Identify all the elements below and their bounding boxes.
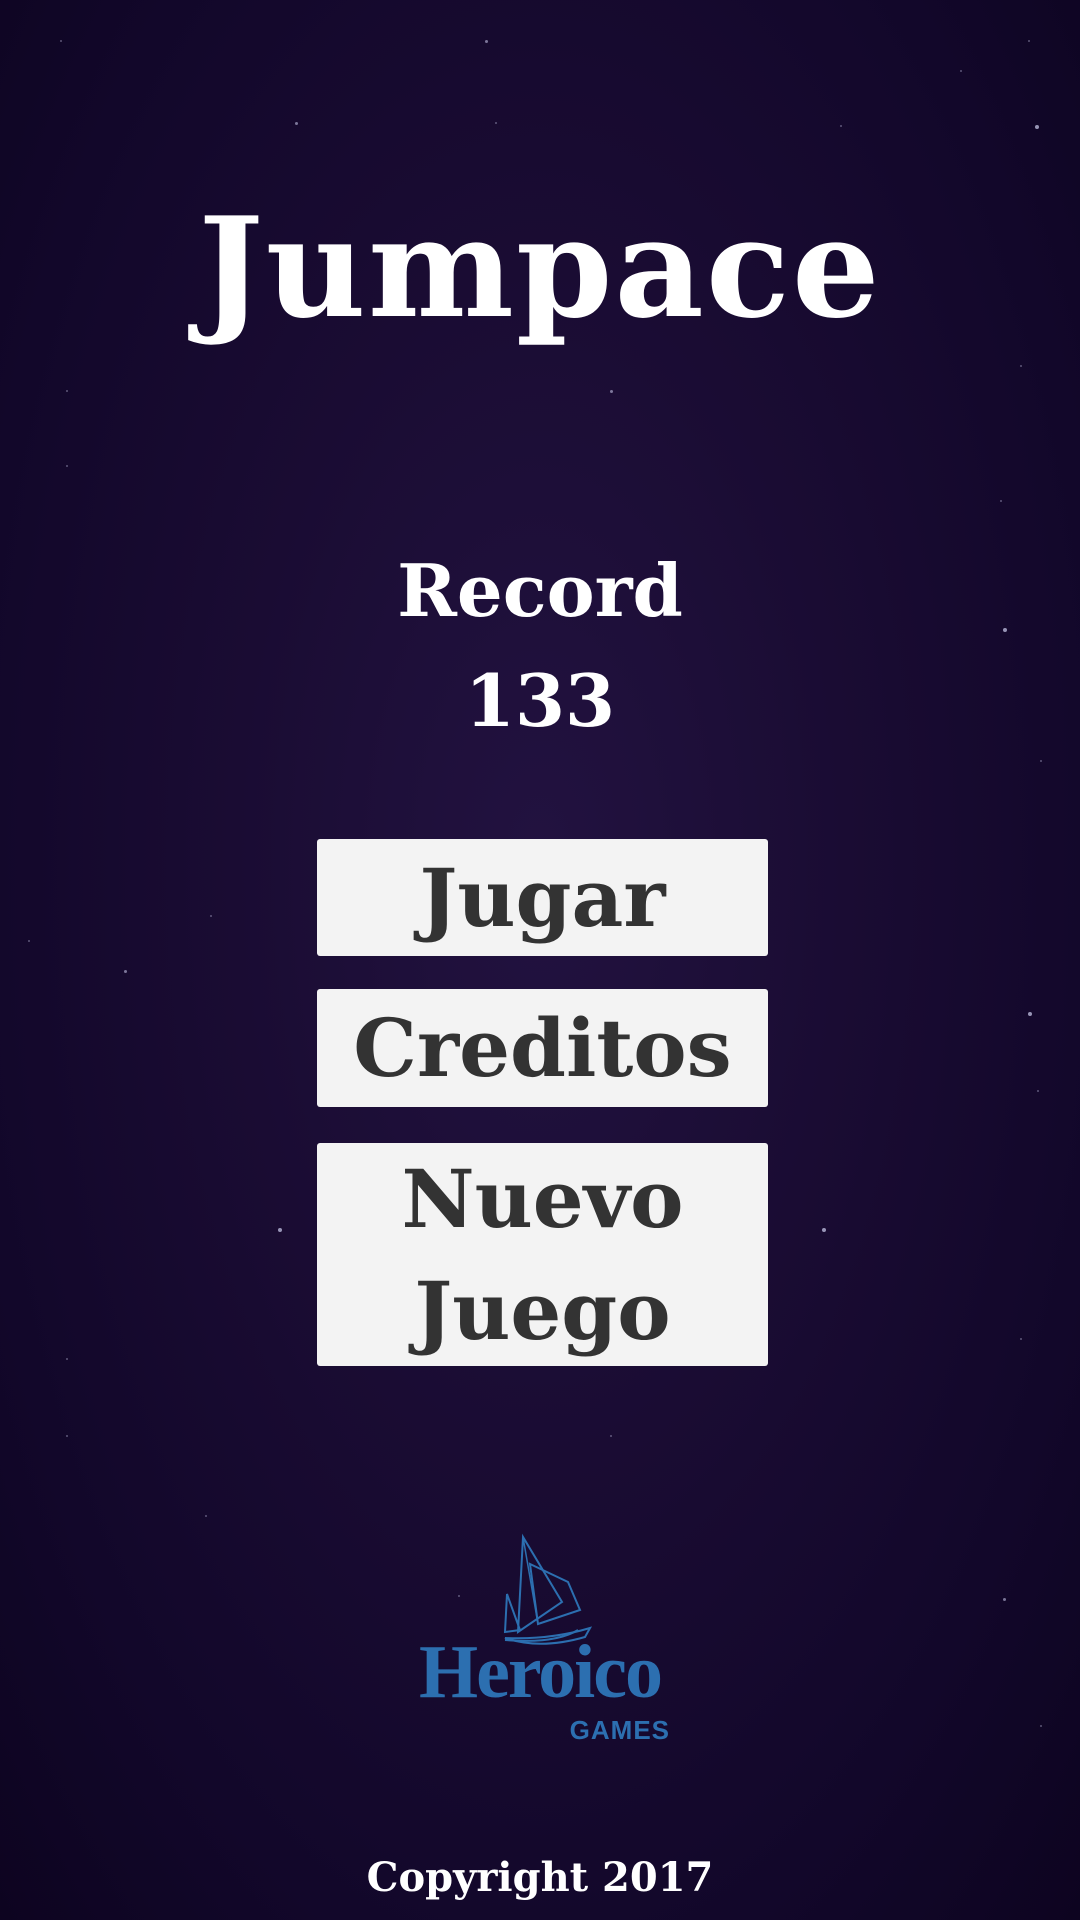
brand-sub: GAMES	[569, 1715, 670, 1745]
play-button[interactable]: Jugar	[317, 839, 768, 956]
copyright-text: Copyright 2017	[366, 1854, 714, 1901]
credits-button[interactable]: Creditos	[317, 989, 768, 1107]
record-value: 133	[464, 658, 616, 743]
record-label: Record	[397, 548, 683, 633]
new-game-label-line2: Juego	[414, 1263, 671, 1358]
new-game-button[interactable]: Nuevo Juego	[317, 1143, 768, 1366]
credits-button-label: Creditos	[353, 1001, 732, 1095]
new-game-label-line1: Nuevo	[401, 1151, 684, 1246]
game-title: Jumpace	[198, 186, 882, 349]
publisher-logo: Heroico GAMES	[400, 1532, 680, 1752]
play-button-label: Jugar	[419, 850, 666, 945]
brand-name: Heroico	[418, 1630, 663, 1714]
